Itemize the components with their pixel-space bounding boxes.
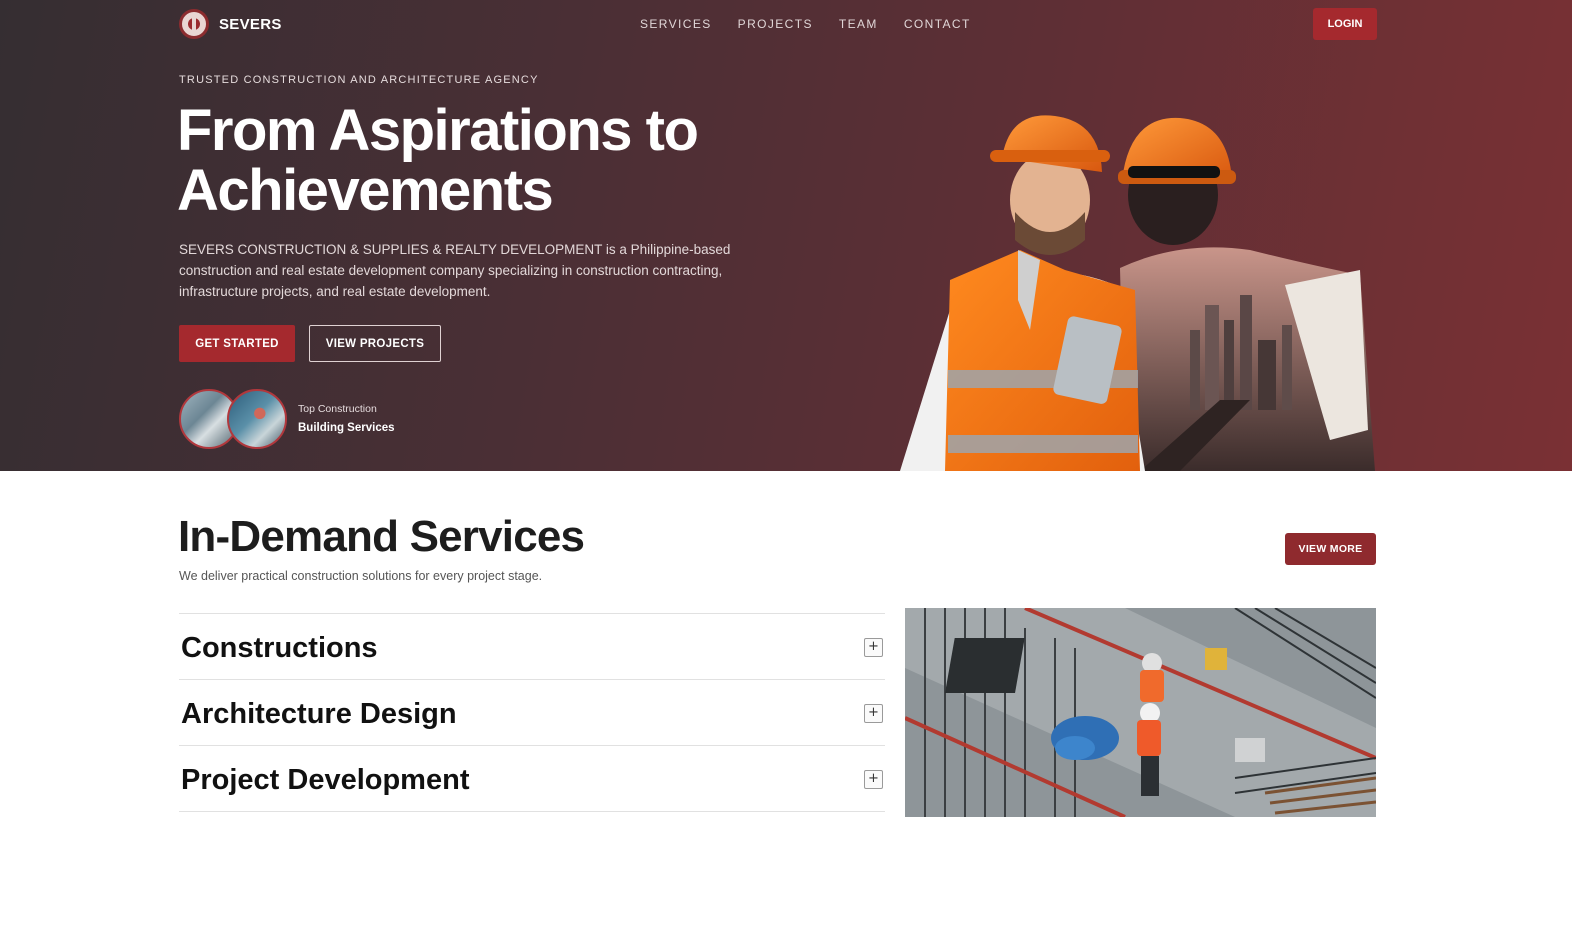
plus-icon[interactable]: + xyxy=(864,638,883,657)
services-title: In-Demand Services xyxy=(178,512,585,561)
hero-section: SEVERS SERVICES PROJECTS TEAM CONTACT LO… xyxy=(0,0,1572,471)
badge-caption: Top Construction xyxy=(298,403,377,415)
view-more-button[interactable]: VIEW MORE xyxy=(1285,533,1376,565)
get-started-button[interactable]: GET STARTED xyxy=(179,325,295,362)
hero-title-line1: From Aspirations to xyxy=(177,98,699,163)
brand-logo[interactable]: SEVERS xyxy=(179,9,282,39)
nav-link-projects[interactable]: PROJECTS xyxy=(738,17,813,31)
hero-title: From Aspirations to Achievements xyxy=(177,101,817,221)
services-subtitle: We deliver practical construction soluti… xyxy=(179,569,543,583)
accordion-label: Project Development xyxy=(181,764,470,796)
view-projects-button[interactable]: VIEW PROJECTS xyxy=(309,325,441,362)
nav-link-contact[interactable]: CONTACT xyxy=(904,17,971,31)
thumbnail-worker-image xyxy=(227,389,287,449)
badge-title: Building Services xyxy=(298,422,395,434)
service-thumbnails xyxy=(179,389,289,449)
construction-site-photo xyxy=(905,608,1376,817)
hero-title-line2: Achievements xyxy=(177,158,554,223)
accordion-item-constructions[interactable]: Constructions + xyxy=(179,614,885,680)
nav-link-services[interactable]: SERVICES xyxy=(640,17,712,31)
nav-link-team[interactable]: TEAM xyxy=(839,17,878,31)
gear-logo-icon xyxy=(179,9,209,39)
top-nav: SEVERS SERVICES PROJECTS TEAM CONTACT LO… xyxy=(179,0,1377,48)
accordion-item-architecture-design[interactable]: Architecture Design + xyxy=(179,680,885,746)
hero-workers-illustration xyxy=(900,115,1375,471)
brand-name: SEVERS xyxy=(219,15,282,33)
plus-icon[interactable]: + xyxy=(864,704,883,723)
nav-links: SERVICES PROJECTS TEAM CONTACT xyxy=(640,17,971,31)
accordion-label: Architecture Design xyxy=(181,698,457,730)
plus-icon[interactable]: + xyxy=(864,770,883,789)
services-accordion: Constructions + Architecture Design + Pr… xyxy=(179,613,885,812)
accordion-label: Constructions xyxy=(181,632,378,664)
hero-eyebrow: TRUSTED CONSTRUCTION AND ARCHITECTURE AG… xyxy=(179,74,539,86)
login-button[interactable]: LOGIN xyxy=(1313,8,1377,40)
accordion-item-project-development[interactable]: Project Development + xyxy=(179,746,885,812)
hero-description: SEVERS CONSTRUCTION & SUPPLIES & REALTY … xyxy=(179,242,731,299)
